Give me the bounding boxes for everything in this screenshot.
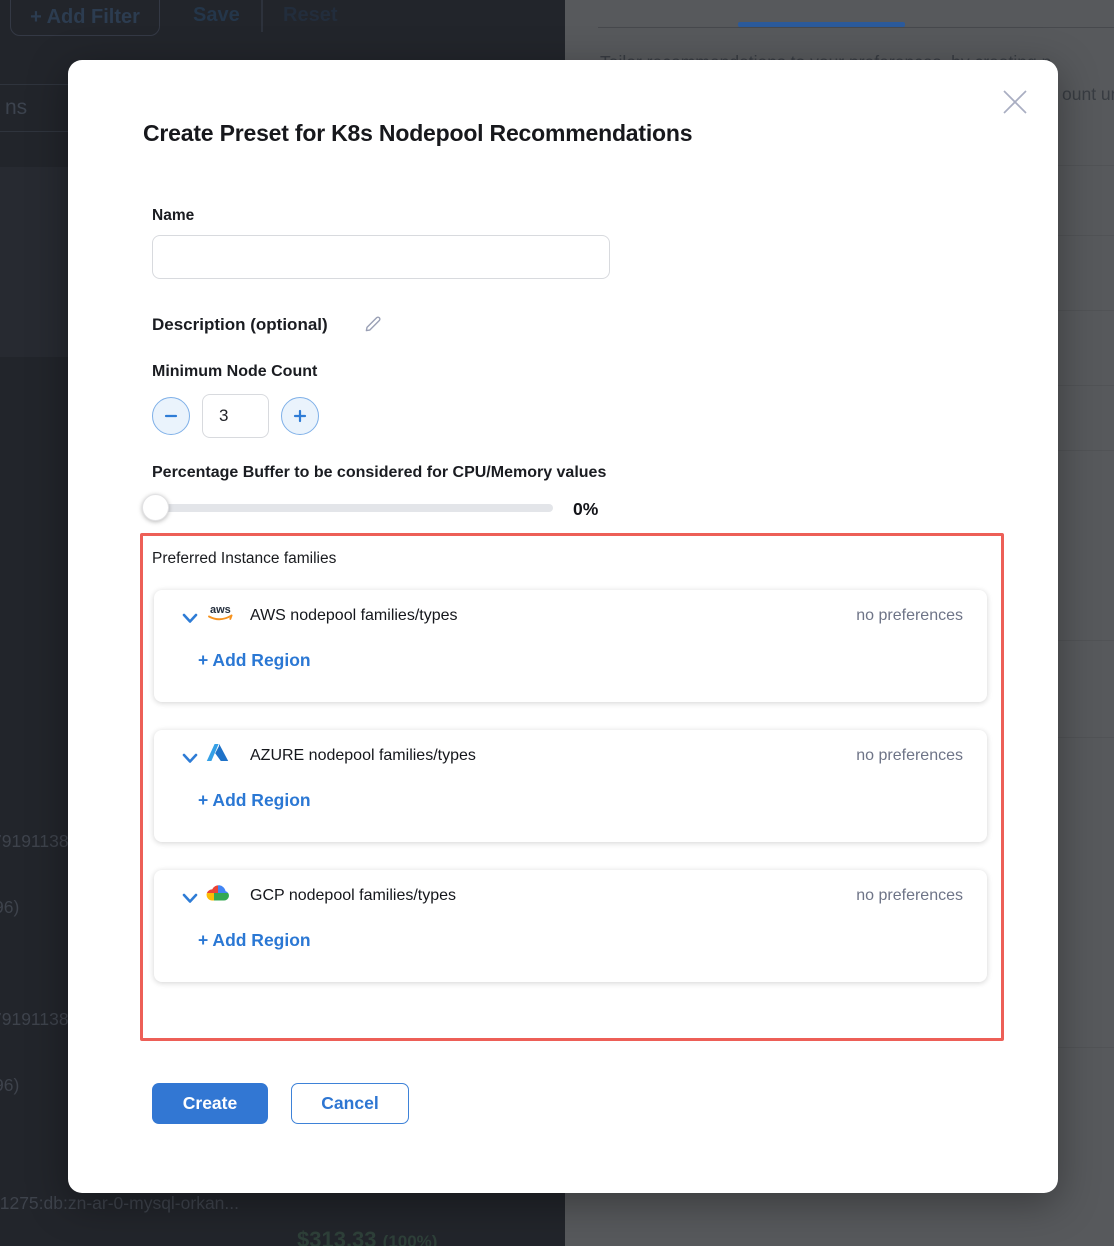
min-node-count-label: Minimum Node Count: [152, 363, 317, 381]
add-filter-button[interactable]: + Add Filter: [10, 0, 160, 36]
table-cell-fragment: 79191138: [0, 1009, 69, 1030]
modal-title: Create Preset for K8s Nodepool Recommend…: [143, 120, 692, 147]
svg-text:aws: aws: [210, 604, 231, 616]
decrement-button[interactable]: [152, 397, 190, 435]
preset-name-input[interactable]: [152, 235, 610, 279]
intro-text-fragment: ount un: [1062, 84, 1114, 105]
chevron-down-icon[interactable]: [182, 751, 198, 762]
table-cell-fragment: 96): [0, 897, 19, 918]
provider-status: no preferences: [856, 607, 963, 625]
panel-divider: [598, 27, 1114, 28]
provider-card-gcp: GCP nodepool families/types no preferenc…: [154, 870, 987, 982]
filter-chip[interactable]: ns: [0, 84, 76, 132]
price-value: $313.33: [297, 1227, 377, 1246]
buffer-slider-track[interactable]: [152, 504, 553, 512]
create-button[interactable]: Create: [152, 1083, 268, 1124]
preferred-families-label: Preferred Instance families: [152, 550, 336, 568]
toolbar-divider: [261, 0, 263, 32]
gcp-logo-icon: [206, 884, 230, 906]
aws-logo-icon: aws: [206, 601, 236, 630]
price-fragment: $313.33 (100%): [297, 1227, 437, 1246]
buffer-label: Percentage Buffer to be considered for C…: [152, 464, 606, 482]
create-preset-modal: Create Preset for K8s Nodepool Recommend…: [68, 60, 1058, 1193]
resource-id-fragment: 01275:db:zn-ar-0-mysql-orkan...: [0, 1193, 239, 1214]
azure-logo-icon: [206, 743, 229, 767]
description-label: Description (optional): [152, 315, 328, 335]
save-button[interactable]: Save: [193, 4, 240, 27]
min-node-count-input[interactable]: [202, 394, 269, 438]
screen: + Add Filter Save Reset ns 79191138 96) …: [0, 0, 1114, 1246]
provider-label: AZURE nodepool families/types: [250, 747, 476, 765]
buffer-slider-thumb[interactable]: [142, 494, 169, 521]
provider-status: no preferences: [856, 747, 963, 765]
close-icon[interactable]: [1000, 87, 1030, 117]
table-cell-fragment: 96): [0, 1075, 19, 1096]
add-region-button[interactable]: + Add Region: [198, 650, 311, 671]
reset-button[interactable]: Reset: [283, 4, 337, 27]
increment-button[interactable]: [281, 397, 319, 435]
cancel-button[interactable]: Cancel: [291, 1083, 409, 1124]
add-region-button[interactable]: + Add Region: [198, 930, 311, 951]
price-percent: (100%): [383, 1232, 438, 1246]
chevron-down-icon[interactable]: [182, 611, 198, 622]
provider-label: GCP nodepool families/types: [250, 887, 456, 905]
provider-status: no preferences: [856, 887, 963, 905]
name-label: Name: [152, 207, 194, 225]
provider-label: AWS nodepool families/types: [250, 607, 458, 625]
table-cell-fragment: 79191138: [0, 831, 69, 852]
edit-pencil-icon[interactable]: [363, 312, 383, 332]
chevron-down-icon[interactable]: [182, 891, 198, 902]
add-region-button[interactable]: + Add Region: [198, 790, 311, 811]
provider-card-aws: aws AWS nodepool families/types no prefe…: [154, 590, 987, 702]
provider-card-azure: AZURE nodepool families/types no prefere…: [154, 730, 987, 842]
buffer-value: 0%: [573, 499, 598, 520]
